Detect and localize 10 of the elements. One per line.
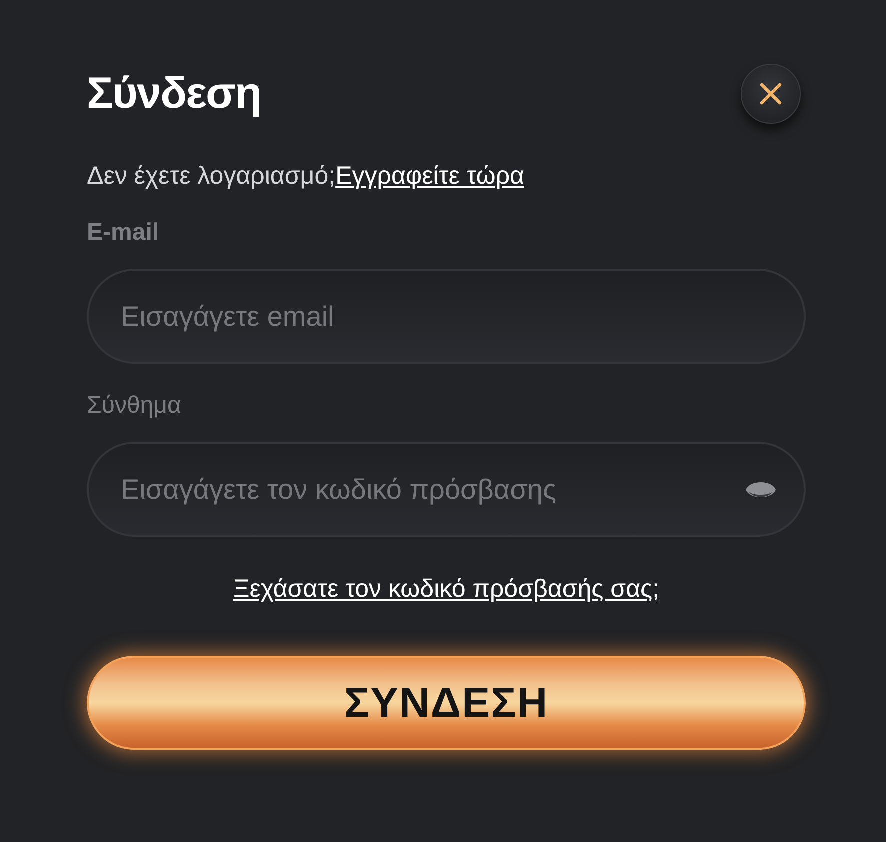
field-label: Σύνθημα	[87, 392, 182, 420]
close-icon	[758, 81, 784, 107]
signup-link[interactable]: Εγγραφείτε τώρα	[336, 162, 525, 190]
dialog-title: Σύνδεση	[87, 69, 262, 119]
forgot-password-link[interactable]: Ξεχάσατε τον κωδικό πρόσβασής σας;	[233, 575, 660, 603]
input-field[interactable]: Εισαγάγετε email	[87, 269, 806, 364]
signup-prompt: Δεν έχετε λογαριασμό;	[87, 162, 336, 190]
input-field[interactable]: Εισαγάγετε τον κωδικό πρόσβασης	[87, 442, 806, 537]
login-button[interactable]: ΣΥΝΔΕΣΗ	[87, 656, 806, 750]
field-label: E-mail	[87, 219, 160, 247]
